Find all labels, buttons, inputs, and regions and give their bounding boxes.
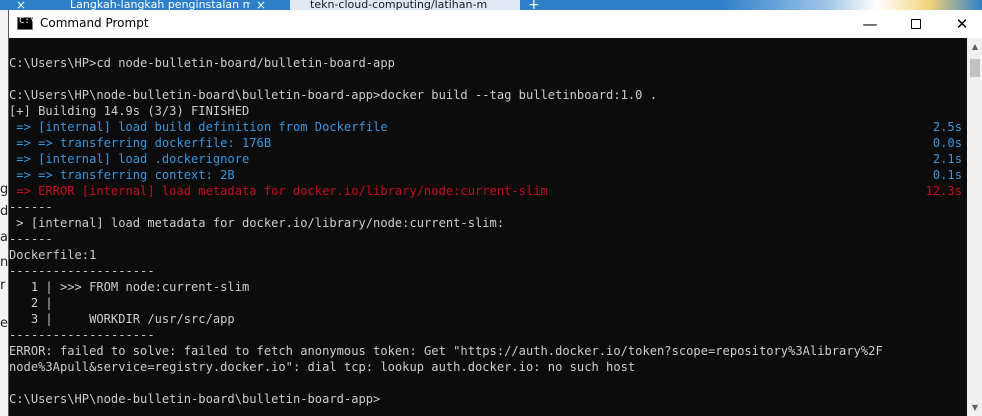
console-line: => [internal] load build definition from… bbox=[9, 120, 388, 134]
tab-close-icon[interactable]: × bbox=[16, 0, 26, 10]
browser-tab-strip: × Langkah-langkah penginstalan m × tekn-… bbox=[0, 0, 982, 10]
maximize-button[interactable] bbox=[893, 10, 939, 38]
console-line: node%3Apull&service=registry.docker.io":… bbox=[9, 360, 636, 374]
tab-close-icon[interactable]: × bbox=[256, 0, 266, 10]
command-prompt-window: C:\ Command Prompt — ✕ C:\Users\HP>cd no… bbox=[8, 10, 982, 416]
close-button[interactable]: ✕ bbox=[939, 10, 982, 38]
build-step-duration: 2.1s bbox=[932, 152, 962, 166]
console-line: => [internal] load .dockerignore bbox=[9, 152, 250, 166]
vertical-scrollbar[interactable]: ▲ ▼ bbox=[967, 38, 982, 416]
scroll-down-icon[interactable]: ▼ bbox=[967, 399, 982, 416]
browser-tab-label: Langkah-langkah penginstalan m bbox=[70, 0, 250, 10]
browser-tab-github[interactable]: tekn-cloud-computing/latihan-m bbox=[290, 0, 520, 10]
background-page-edge: g d a n r e bbox=[0, 10, 8, 416]
console-line: => ERROR [internal] load metadata for do… bbox=[9, 184, 548, 198]
console-line: Dockerfile:1 bbox=[9, 248, 97, 262]
background-letter: d bbox=[0, 204, 8, 219]
console-line: C:\Users\HP\node-bulletin-board\bulletin… bbox=[9, 88, 658, 102]
new-tab-icon[interactable]: + bbox=[528, 0, 540, 10]
window-title: Command Prompt bbox=[40, 16, 149, 30]
console-line: > [internal] load metadata for docker.io… bbox=[9, 216, 505, 230]
console-line: -------------------- bbox=[9, 264, 155, 278]
browser-background-image bbox=[720, 0, 982, 10]
minimize-button[interactable]: — bbox=[847, 10, 893, 38]
minimize-icon: — bbox=[862, 15, 878, 33]
background-letter: g bbox=[0, 182, 8, 197]
console-line: ------ bbox=[9, 232, 53, 246]
console-line: => => transferring dockerfile: 176B bbox=[9, 136, 272, 150]
console-output[interactable]: C:\Users\HP>cd node-bulletin-board/bulle… bbox=[9, 38, 967, 416]
browser-tab-langkah[interactable]: Langkah-langkah penginstalan m bbox=[70, 0, 250, 10]
background-letter: a bbox=[0, 230, 8, 245]
background-letter: n bbox=[0, 255, 8, 270]
console-line: 3 | WORKDIR /usr/src/app bbox=[9, 312, 235, 326]
console-line: => => transferring context: 2B bbox=[9, 168, 235, 182]
console-line: ERROR: failed to solve: failed to fetch … bbox=[9, 344, 883, 358]
console-line: C:\Users\HP\node-bulletin-board\bulletin… bbox=[9, 392, 381, 406]
build-step-duration: 2.5s bbox=[932, 120, 962, 134]
console-line: -------------------- bbox=[9, 328, 155, 342]
build-step-duration: 12.3s bbox=[925, 184, 962, 198]
background-letter: r bbox=[0, 278, 6, 293]
maximize-icon bbox=[911, 19, 921, 29]
console-line: 1 | >>> FROM node:current-slim bbox=[9, 280, 250, 294]
build-step-duration: 0.1s bbox=[932, 168, 962, 182]
scroll-up-icon[interactable]: ▲ bbox=[967, 38, 982, 55]
title-bar[interactable]: C:\ Command Prompt — ✕ bbox=[9, 10, 982, 38]
command-prompt-icon[interactable]: C:\ bbox=[17, 16, 35, 30]
console-line: 2 | bbox=[9, 296, 53, 310]
close-icon: ✕ bbox=[955, 15, 969, 33]
scrollbar-thumb[interactable] bbox=[970, 59, 980, 77]
build-step-duration: 0.0s bbox=[932, 136, 962, 150]
console-line: C:\Users\HP>cd node-bulletin-board/bulle… bbox=[9, 56, 395, 70]
browser-tab-label: tekn-cloud-computing/latihan-m bbox=[310, 0, 488, 10]
console-line: ------ bbox=[9, 200, 53, 214]
background-letter: e bbox=[0, 316, 8, 331]
console-line: [+] Building 14.9s (3/3) FINISHED bbox=[9, 104, 250, 118]
